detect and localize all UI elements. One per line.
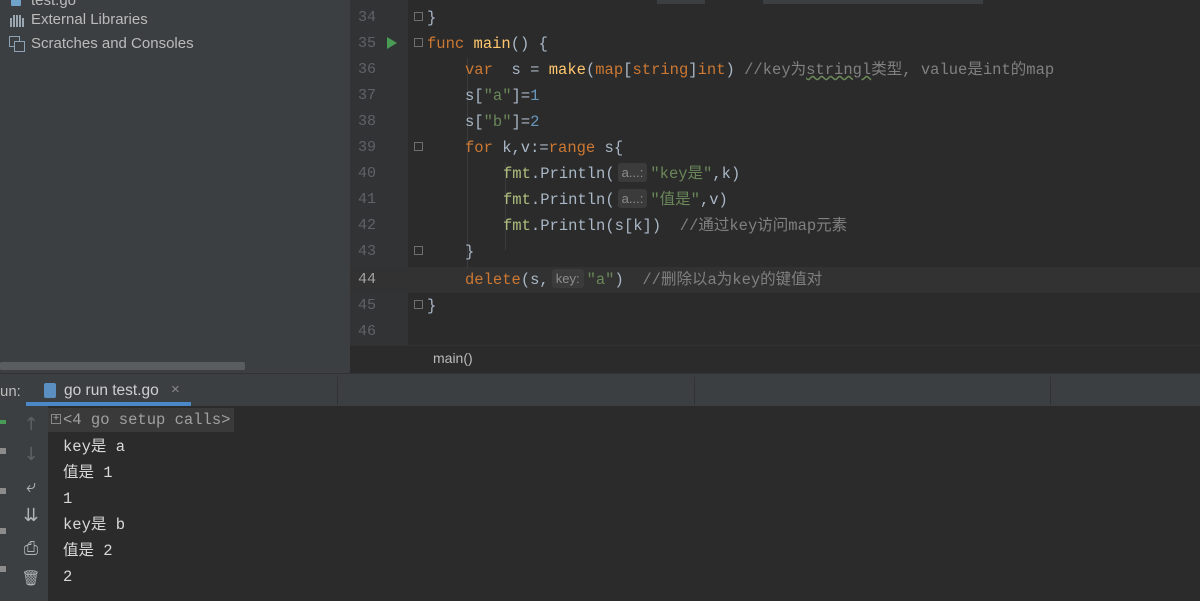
line-number: 34 [357, 9, 376, 26]
console-line: key是 a [63, 438, 126, 456]
tree-item-label: External Libraries [31, 10, 148, 28]
code-line-37: s["a"]=1 [465, 87, 540, 105]
code-line-40: fmt.Println(a...: "key是",k) [503, 163, 741, 183]
line-number: 45 [357, 297, 376, 314]
go-file-icon [44, 383, 56, 398]
line-number: 41 [357, 191, 376, 208]
export-icon[interactable] [0, 566, 6, 572]
arrow-down-icon[interactable]: ↓ [14, 442, 48, 468]
parameter-hint: key: [551, 269, 584, 288]
header-divider [694, 377, 695, 405]
console-line: 值是 1 [63, 464, 113, 482]
console-line: 2 [63, 568, 73, 586]
expand-icon[interactable]: + [51, 414, 61, 424]
tree-item-label: Scratches and Consoles [31, 34, 194, 52]
print-icon[interactable]: ⎙ [14, 536, 48, 562]
project-panel: test.go External Libraries Scratches and… [0, 0, 350, 373]
run-side-toolbar [0, 406, 14, 601]
close-icon[interactable]: × [171, 381, 180, 398]
breadcrumb[interactable]: main() [433, 350, 473, 366]
restore-layout-icon[interactable] [0, 488, 6, 494]
parameter-hint: a...: [617, 163, 648, 182]
code-line-38: s["b"]=2 [465, 113, 540, 131]
fold-icon[interactable] [414, 142, 423, 151]
code-line-41: fmt.Println(a...: "值是",v) [503, 189, 728, 209]
trash-icon[interactable]: 🗑 [14, 565, 48, 591]
header-divider [337, 377, 338, 405]
code-line-34: } [427, 9, 437, 27]
console-line: 1 [63, 490, 73, 508]
run-gutter-icon[interactable] [387, 37, 397, 49]
scroll-to-end-icon[interactable]: ⇊ [14, 503, 48, 529]
line-number: 42 [357, 217, 376, 234]
tree-item-external-libraries[interactable]: External Libraries [8, 8, 148, 30]
console-output[interactable] [48, 406, 1200, 601]
fold-icon[interactable] [414, 300, 423, 309]
code-line-39: for k,v:=range s{ [465, 139, 624, 157]
library-icon [8, 11, 26, 27]
console-line: 值是 2 [63, 542, 113, 560]
fold-icon[interactable] [414, 246, 423, 255]
fold-icon[interactable] [414, 38, 423, 47]
line-number: 39 [357, 139, 376, 156]
line-number: 38 [357, 113, 376, 130]
line-number: 36 [357, 61, 376, 78]
tree-item-scratches[interactable]: Scratches and Consoles [8, 32, 194, 54]
line-number: 46 [357, 323, 376, 340]
run-window-label: un: [0, 383, 21, 400]
breadcrumb-bar [350, 345, 1200, 374]
project-horizontal-scrollbar[interactable] [0, 362, 245, 370]
line-number: 35 [357, 35, 376, 52]
code-line-45: } [427, 297, 437, 315]
fold-icon[interactable] [414, 12, 423, 21]
code-line-42: fmt.Println(s[k]) //通过key访问map元素 [503, 217, 848, 235]
parameter-hint: a...: [617, 189, 648, 208]
line-number: 37 [357, 87, 376, 104]
tab-label: go run test.go [64, 382, 159, 399]
setup-calls-text[interactable]: <4 go setup calls> [63, 407, 230, 433]
code-line-35: func main() { [427, 35, 548, 53]
code-line-43: } [465, 243, 475, 261]
header-divider [1050, 377, 1051, 405]
pin-icon[interactable] [0, 528, 6, 534]
soft-wrap-icon[interactable]: ⤶ [14, 474, 48, 500]
stop-icon[interactable] [0, 448, 6, 454]
rerun-icon[interactable] [0, 420, 6, 424]
code-line-44: delete(s, key: "a") //删除以a为key的键值对 [465, 269, 823, 289]
code-line-36: var s = make(map[string]int) //key为strin… [465, 61, 1055, 79]
scratch-icon [8, 35, 26, 52]
go-file-icon [8, 0, 26, 8]
line-number: 40 [357, 165, 376, 182]
console-line: key是 b [63, 516, 126, 534]
line-number: 43 [357, 243, 376, 260]
line-number-active: 44 [357, 271, 376, 288]
arrow-up-icon[interactable]: ↑ [14, 412, 48, 438]
